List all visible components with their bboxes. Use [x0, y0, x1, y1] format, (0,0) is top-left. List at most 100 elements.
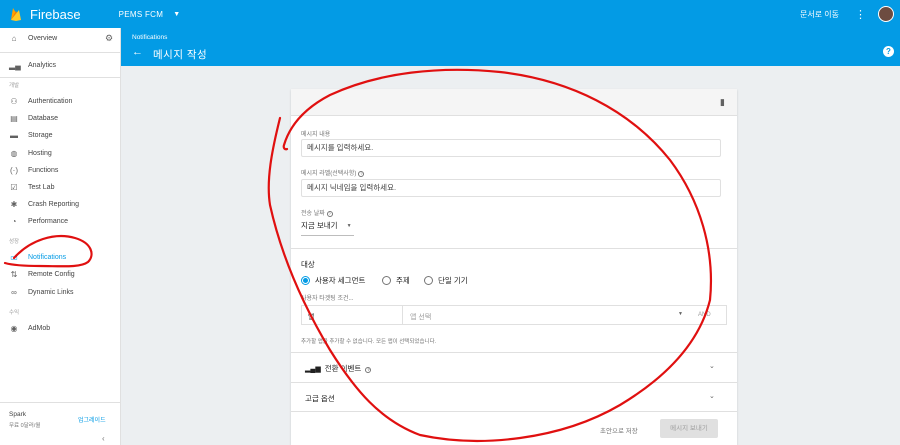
radio-user-segment[interactable]: 사용자 세그먼트	[301, 275, 365, 286]
firebase-logo-icon	[11, 8, 21, 21]
sidebar-item-label: Notifications	[28, 254, 67, 261]
sidebar-item-dynamic-links[interactable]: ∞ Dynamic Links	[0, 284, 121, 301]
sidebar-item-label: Dynamic Links	[28, 289, 74, 296]
sidebar-item-database[interactable]: ▤ Database	[0, 110, 121, 127]
divider	[0, 77, 121, 78]
conversion-events-label: ▂▄▆ 전환 이벤트 ?	[305, 363, 372, 374]
divider	[0, 402, 121, 403]
sidebar-item-label: Remote Config	[28, 271, 75, 278]
sidebar-item-label: Authentication	[28, 98, 73, 105]
divider	[402, 306, 403, 324]
bar-chart-icon: ▂▄	[9, 61, 21, 70]
checklist-icon: ☑	[10, 183, 18, 192]
bar-chart-icon: ▂▄▆	[305, 366, 321, 373]
top-bar: Firebase PEMS FCM ▼ 문서로 이동 ⋮	[0, 0, 900, 28]
sidebar: ⌂ Overview ⚙ ▂▄ Analytics 개발 ⚇ Authentic…	[0, 28, 121, 445]
admob-icon: ◉	[10, 324, 18, 333]
section-earn: 수익	[9, 310, 20, 316]
radio-unchecked-icon	[382, 276, 391, 285]
project-selector[interactable]: PEMS FCM	[119, 10, 164, 19]
send-message-button[interactable]: 메시지 보내기	[660, 419, 718, 438]
remote-config-icon: ⇅	[10, 270, 18, 279]
sidebar-item-authentication[interactable]: ⚇ Authentication	[0, 93, 121, 110]
dropdown-arrow-icon: ▼	[346, 223, 352, 229]
radio-label: 단일 기기	[438, 276, 468, 285]
select-value: 지금 보내기	[301, 221, 338, 230]
chevron-down-icon[interactable]: ⌄	[709, 362, 715, 370]
sidebar-item-notifications[interactable]: ▭ Notifications	[0, 249, 121, 266]
radio-label: 주제	[396, 276, 410, 285]
sidebar-item-label: Analytics	[28, 62, 57, 69]
sidebar-item-label: Database	[28, 115, 58, 122]
docs-link[interactable]: 문서로 이동	[800, 9, 839, 20]
avatar[interactable]	[878, 6, 894, 22]
sidebar-item-label: AdMob	[28, 325, 51, 332]
send-date-select[interactable]: 지금 보내기 ▼	[301, 220, 354, 236]
gear-icon[interactable]: ⚙	[105, 33, 113, 44]
advanced-options-row[interactable]: 고급 옵션 ⌄	[291, 383, 737, 411]
more-vert-icon[interactable]: ⋮	[855, 8, 866, 21]
radio-single-device[interactable]: 단일 기기	[424, 275, 468, 286]
page-header: Notifications ← 메시지 작성 ?	[121, 28, 900, 66]
page-title: 메시지 작성	[153, 49, 208, 61]
chevron-down-icon[interactable]: ⌄	[709, 392, 715, 400]
and-button[interactable]: AND	[698, 312, 711, 318]
upgrade-link[interactable]: 업그레이드	[78, 415, 106, 424]
divider	[0, 52, 121, 53]
sidebar-item-label: Functions	[28, 167, 59, 174]
functions-icon: (·)	[10, 166, 18, 175]
sidebar-item-label: Test Lab	[28, 184, 55, 191]
back-arrow-icon[interactable]: ←	[132, 46, 143, 58]
divider	[291, 248, 737, 249]
help-icon[interactable]: ?	[883, 46, 894, 57]
section-grow: 성장	[9, 239, 20, 245]
message-text-label: 메시지 내용	[301, 132, 331, 138]
radio-unchecked-icon	[424, 276, 433, 285]
sidebar-item-test-lab[interactable]: ☑ Test Lab	[0, 179, 121, 196]
breadcrumb[interactable]: Notifications	[132, 34, 167, 41]
help-icon[interactable]: ?	[365, 367, 372, 373]
message-text-input[interactable]: 메시지를 입력하세요.	[301, 139, 721, 157]
sidebar-item-admob[interactable]: ◉ AdMob	[0, 320, 121, 337]
message-label-label: 메시지 라벨(선택사항)?	[301, 168, 365, 177]
radio-topic[interactable]: 주제	[382, 275, 410, 286]
plan-price: 무료 0달러/월	[9, 423, 41, 429]
sidebar-item-storage[interactable]: ▬ Storage	[0, 127, 121, 144]
sidebar-item-label: Storage	[28, 132, 53, 139]
radio-checked-icon	[301, 276, 310, 285]
radio-label: 사용자 세그먼트	[315, 276, 366, 285]
sidebar-item-label: Overview	[28, 35, 58, 42]
bug-icon: ✱	[10, 200, 18, 209]
brand-name[interactable]: Firebase	[30, 7, 81, 22]
sidebar-item-functions[interactable]: (·) Functions	[0, 162, 121, 179]
targeting-condition-row: 앱 앱 선택 ▼ AND	[301, 305, 727, 325]
help-icon[interactable]: ?	[326, 211, 333, 217]
globe-icon: ◍	[10, 149, 18, 158]
sidebar-item-crash-reporting[interactable]: ✱ Crash Reporting	[0, 196, 121, 213]
app-select[interactable]: 앱 선택	[410, 312, 431, 322]
link-icon: ∞	[11, 288, 17, 297]
sidebar-item-hosting[interactable]: ◍ Hosting	[0, 145, 121, 162]
targeting-label: 사용자 타겟팅 조건...	[301, 296, 354, 302]
database-icon: ▤	[10, 114, 18, 123]
plan-name: Spark	[9, 411, 26, 418]
conversion-events-row[interactable]: ▂▄▆ 전환 이벤트 ? ⌄	[291, 353, 737, 381]
trash-icon[interactable]: ▮	[720, 97, 725, 108]
caret-down-icon[interactable]: ▼	[173, 11, 180, 18]
targeting-note: 추가할 앱을 추가할 수 없습니다. 모든 앱이 선택되었습니다.	[301, 339, 437, 345]
message-label-input[interactable]: 메시지 닉네임을 입력하세요.	[301, 179, 721, 197]
people-icon: ⚇	[10, 97, 18, 106]
sidebar-item-analytics[interactable]: ▂▄ Analytics	[0, 57, 121, 74]
dropdown-arrow-icon[interactable]: ▼	[678, 311, 683, 317]
section-develop: 개발	[9, 83, 20, 89]
chevron-left-icon[interactable]: ‹	[102, 434, 105, 443]
save-draft-button[interactable]: 초안으로 저장	[600, 425, 638, 435]
sidebar-item-overview[interactable]: ⌂ Overview	[0, 30, 121, 47]
label-text: 전송 날짜	[301, 211, 325, 217]
advanced-options-label: 고급 옵션	[305, 394, 335, 403]
help-icon[interactable]: ?	[358, 171, 365, 177]
sidebar-item-remote-config[interactable]: ⇅ Remote Config	[0, 266, 121, 283]
sidebar-item-label: Crash Reporting	[28, 201, 79, 208]
sidebar-item-performance[interactable]: ◔ Performance	[0, 213, 121, 230]
row-label: 전환 이벤트	[324, 364, 362, 373]
